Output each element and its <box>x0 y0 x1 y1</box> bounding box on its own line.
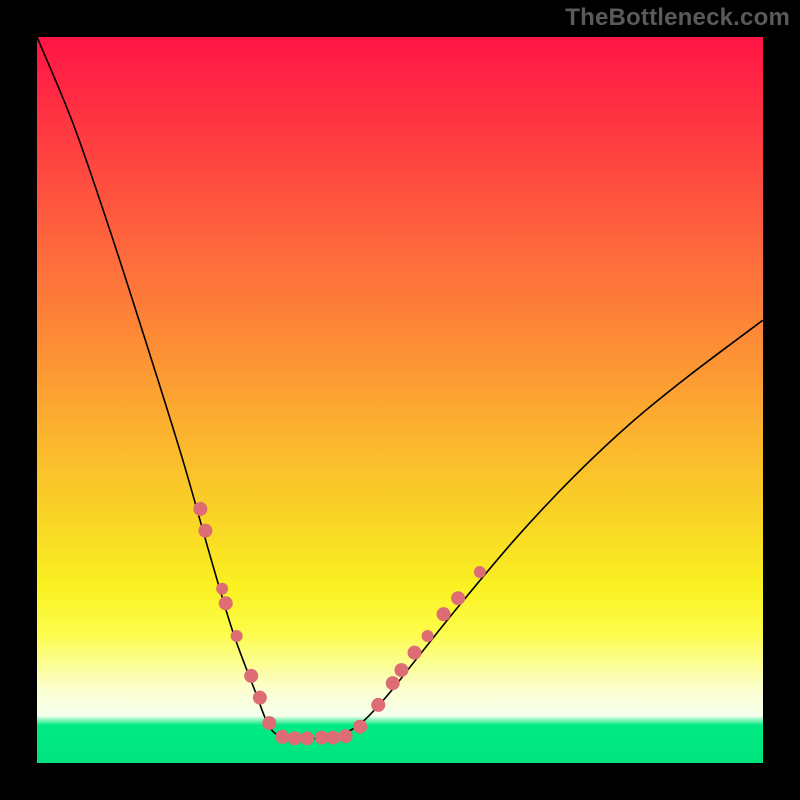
data-marker <box>451 591 465 605</box>
data-marker <box>216 583 228 595</box>
chart-frame: TheBottleneck.com <box>0 0 800 800</box>
data-marker <box>275 730 289 744</box>
data-marker <box>371 698 385 712</box>
data-marker <box>474 566 486 578</box>
data-marker <box>386 676 400 690</box>
data-marker <box>394 663 408 677</box>
data-marker <box>253 691 267 705</box>
data-marker <box>198 524 212 538</box>
data-marker <box>326 731 340 745</box>
data-marker <box>300 731 314 745</box>
curve-path <box>37 37 763 739</box>
data-marker <box>339 729 353 743</box>
data-marker <box>262 716 276 730</box>
plot-area <box>37 37 763 763</box>
data-marker <box>244 669 258 683</box>
data-marker <box>408 646 422 660</box>
data-marker <box>231 630 243 642</box>
data-marker <box>288 731 302 745</box>
chart-svg <box>37 37 763 763</box>
data-marker <box>353 720 367 734</box>
data-marker <box>193 502 207 516</box>
data-marker <box>422 630 434 642</box>
marker-group <box>193 502 486 745</box>
watermark-text: TheBottleneck.com <box>565 4 790 32</box>
data-marker <box>437 607 451 621</box>
data-marker <box>219 596 233 610</box>
